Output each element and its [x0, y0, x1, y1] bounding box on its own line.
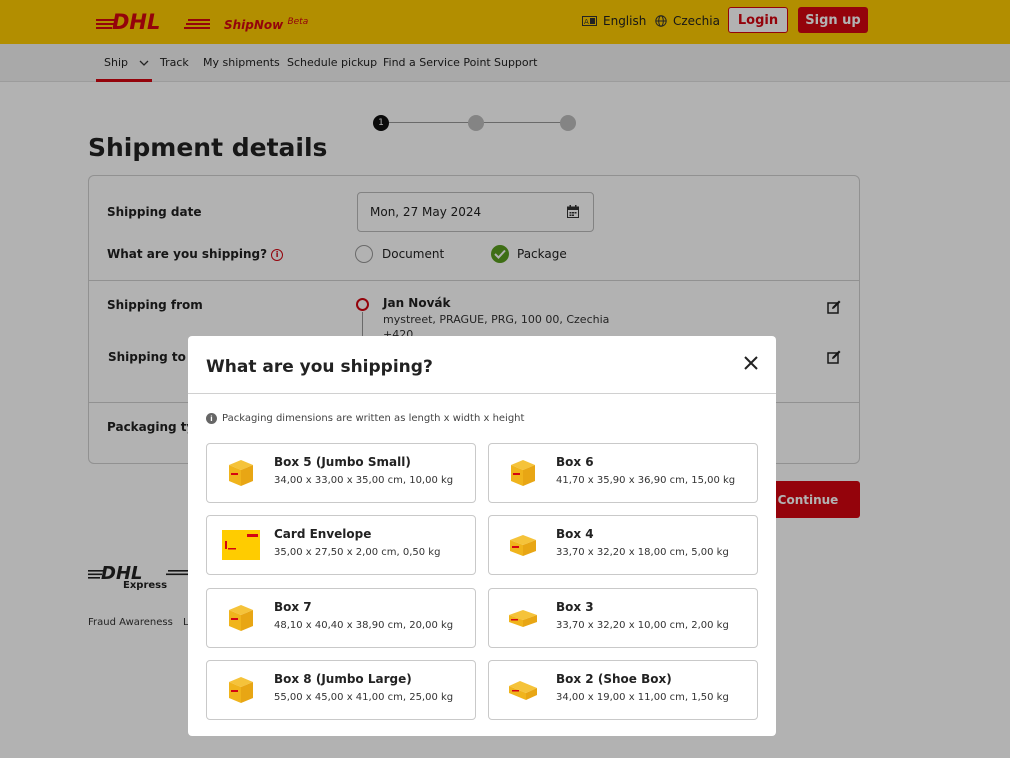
- option-dimensions: 33,70 x 32,20 x 18,00 cm, 5,00 kg: [556, 547, 729, 558]
- option-name: Box 8 (Jumbo Large): [274, 672, 412, 686]
- option-dimensions: 55,00 x 45,00 x 41,00 cm, 25,00 kg: [274, 692, 454, 703]
- packaging-option-box-6[interactable]: Box 6 41,70 x 35,90 x 36,90 cm, 15,00 kg: [488, 443, 758, 503]
- option-name: Box 4: [556, 527, 594, 541]
- option-name: Box 5 (Jumbo Small): [274, 455, 411, 469]
- envelope-icon: [222, 530, 260, 560]
- packaging-option-box-7[interactable]: Box 7 48,10 x 40,40 x 38,90 cm, 20,00 kg: [206, 588, 476, 648]
- packaging-option-box-8[interactable]: Box 8 (Jumbo Large) 55,00 x 45,00 x 41,0…: [206, 660, 476, 720]
- modal-title: What are you shipping?: [206, 357, 433, 377]
- modal-divider: [188, 393, 776, 394]
- packaging-option-box-2[interactable]: Box 2 (Shoe Box) 34,00 x 19,00 x 11,00 c…: [488, 660, 758, 720]
- option-dimensions: 48,10 x 40,40 x 38,90 cm, 20,00 kg: [274, 620, 454, 631]
- flat-box-icon: [509, 681, 537, 700]
- option-dimensions: 34,00 x 33,00 x 35,00 cm, 10,00 kg: [274, 475, 454, 486]
- option-dimensions: 41,70 x 35,90 x 36,90 cm, 15,00 kg: [556, 475, 736, 486]
- option-name: Card Envelope: [274, 527, 372, 541]
- box-icon: [229, 605, 253, 631]
- dimensions-note-text: Packaging dimensions are written as leng…: [222, 413, 525, 424]
- close-icon[interactable]: [741, 353, 761, 373]
- option-dimensions: 35,00 x 27,50 x 2,00 cm, 0,50 kg: [274, 547, 441, 558]
- box-icon: [511, 460, 535, 486]
- flat-box-icon: [509, 610, 537, 627]
- option-name: Box 2 (Shoe Box): [556, 672, 672, 686]
- packaging-option-card-envelope[interactable]: Card Envelope 35,00 x 27,50 x 2,00 cm, 0…: [206, 515, 476, 575]
- packaging-option-box-4[interactable]: Box 4 33,70 x 32,20 x 18,00 cm, 5,00 kg: [488, 515, 758, 575]
- box-icon: [229, 677, 253, 703]
- box-icon: [510, 535, 536, 556]
- option-name: Box 6: [556, 455, 594, 469]
- box-icon: [229, 460, 253, 486]
- option-dimensions: 33,70 x 32,20 x 10,00 cm, 2,00 kg: [556, 620, 729, 631]
- packaging-option-box-5[interactable]: Box 5 (Jumbo Small) 34,00 x 33,00 x 35,0…: [206, 443, 476, 503]
- option-name: Box 7: [274, 600, 312, 614]
- option-name: Box 3: [556, 600, 594, 614]
- packaging-modal: What are you shipping? i Packaging dimen…: [188, 336, 776, 736]
- option-dimensions: 34,00 x 19,00 x 11,00 cm, 1,50 kg: [556, 692, 729, 703]
- dimensions-note: i Packaging dimensions are written as le…: [206, 413, 524, 424]
- info-icon: i: [206, 413, 217, 424]
- packaging-option-box-3[interactable]: Box 3 33,70 x 32,20 x 10,00 cm, 2,00 kg: [488, 588, 758, 648]
